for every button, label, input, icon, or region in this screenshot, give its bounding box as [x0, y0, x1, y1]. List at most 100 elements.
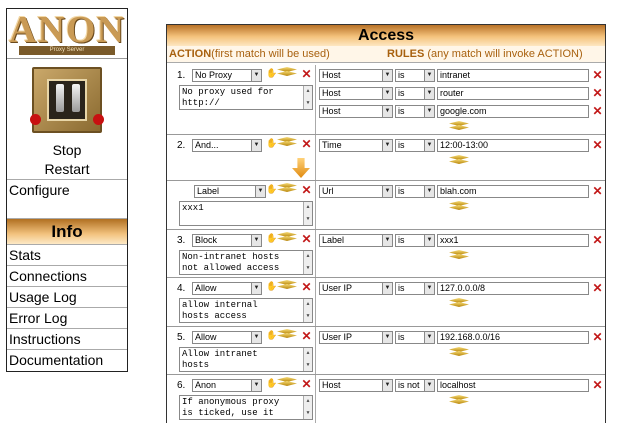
- error-log-link[interactable]: Error Log: [7, 307, 127, 328]
- add-condition-icon[interactable]: [449, 395, 469, 407]
- hand-icon[interactable]: ✋: [266, 233, 277, 243]
- delete-condition-icon[interactable]: ✕: [592, 105, 603, 117]
- delete-rule-icon[interactable]: ✕: [301, 138, 312, 150]
- delete-condition-icon[interactable]: ✕: [592, 379, 603, 391]
- condition-value-input[interactable]: intranet: [437, 69, 589, 82]
- action-select[interactable]: And... ▼: [192, 139, 262, 152]
- delete-condition-icon[interactable]: ✕: [592, 139, 603, 151]
- condition-value-input[interactable]: 192.168.0.0/16: [437, 331, 589, 344]
- condition-op-select[interactable]: is ▼: [395, 139, 435, 152]
- condition-field-select[interactable]: Host ▼: [319, 379, 393, 392]
- delete-rule-icon[interactable]: ✕: [301, 281, 312, 293]
- condition-field-select[interactable]: Host ▼: [319, 87, 393, 100]
- condition-op-select[interactable]: is ▼: [395, 69, 435, 82]
- delete-condition-icon[interactable]: ✕: [592, 234, 603, 246]
- action-select[interactable]: No Proxy ▼: [192, 69, 262, 82]
- rule-row: 4. Allow ▼ ✋ ✕ allow internal hosts access ▲ ▼ Us…: [167, 278, 605, 327]
- rule-number: 1.: [177, 70, 186, 81]
- condition-field-select[interactable]: Host ▼: [319, 69, 393, 82]
- condition-value-input[interactable]: router: [437, 87, 589, 100]
- restart-link[interactable]: Restart: [7, 160, 127, 179]
- access-panel: Access ACTION(first match will be used) …: [166, 24, 606, 423]
- rule-number: 2.: [177, 140, 186, 151]
- add-condition-icon[interactable]: [449, 155, 469, 167]
- condition-op-select[interactable]: is ▼: [395, 87, 435, 100]
- condition-field-select[interactable]: Time ▼: [319, 139, 393, 152]
- documentation-link[interactable]: Documentation: [7, 349, 127, 370]
- usage-log-link[interactable]: Usage Log: [7, 286, 127, 307]
- condition-value-input[interactable]: xxx1: [437, 234, 589, 247]
- hand-icon[interactable]: ✋: [266, 68, 277, 78]
- delete-rule-icon[interactable]: ✕: [301, 184, 312, 196]
- delete-condition-icon[interactable]: ✕: [592, 282, 603, 294]
- configure-link[interactable]: Configure: [7, 179, 127, 200]
- add-condition-icon[interactable]: [449, 201, 469, 213]
- condition-op-select[interactable]: is ▼: [395, 105, 435, 118]
- rule-number: 3.: [177, 235, 186, 246]
- rule-row: 2. And... ▼ ✋ ✕ Time ▼ is ▼ 12:00-13:00 ✕: [167, 135, 605, 181]
- connections-link[interactable]: Connections: [7, 265, 127, 286]
- hand-icon[interactable]: ✋: [266, 281, 277, 291]
- add-rule-icon[interactable]: [277, 280, 297, 292]
- delete-rule-icon[interactable]: ✕: [301, 330, 312, 342]
- instructions-link[interactable]: Instructions: [7, 328, 127, 349]
- comment-field[interactable]: No proxy used for http://▲ ▼: [179, 85, 313, 110]
- condition-op-select[interactable]: is ▼: [395, 282, 435, 295]
- power-switch-icon[interactable]: [7, 59, 127, 141]
- rule-number: 6.: [177, 380, 186, 391]
- delete-rule-icon[interactable]: ✕: [301, 68, 312, 80]
- hand-icon[interactable]: ✋: [266, 138, 277, 148]
- condition-op-select[interactable]: is ▼: [395, 234, 435, 247]
- condition-op-select[interactable]: is ▼: [395, 185, 435, 198]
- condition-field-select[interactable]: Url ▼: [319, 185, 393, 198]
- comment-field[interactable]: allow internal hosts access ▲ ▼: [179, 298, 313, 323]
- add-rule-icon[interactable]: [277, 67, 297, 79]
- action-select[interactable]: Allow ▼: [192, 282, 262, 295]
- delete-condition-icon[interactable]: ✕: [592, 331, 603, 343]
- delete-rule-icon[interactable]: ✕: [301, 378, 312, 390]
- delete-condition-icon[interactable]: ✕: [592, 185, 603, 197]
- comment-field[interactable]: If anonymous proxy is ticked, use it ▲ ▼: [179, 395, 313, 420]
- delete-rule-icon[interactable]: ✕: [301, 233, 312, 245]
- delete-condition-icon[interactable]: ✕: [592, 87, 603, 99]
- hand-icon[interactable]: ✋: [266, 378, 277, 388]
- hand-icon[interactable]: ✋: [266, 184, 277, 194]
- add-rule-icon[interactable]: [277, 137, 297, 149]
- comment-field[interactable]: Non-intranet hosts not allowed access ▲ ▼: [179, 250, 313, 275]
- rule-row: Label ▼ ✋ ✕ xxx1 ▲ ▼ Url ▼ is ▼ blah.com ✕: [167, 181, 605, 230]
- condition-field-select[interactable]: User IP ▼: [319, 331, 393, 344]
- add-condition-icon[interactable]: [449, 347, 469, 359]
- add-rule-icon[interactable]: [277, 377, 297, 389]
- comment-field[interactable]: Allow intranet hosts ▲ ▼: [179, 347, 313, 372]
- stop-link[interactable]: Stop: [7, 141, 127, 160]
- action-select[interactable]: Label ▼: [194, 185, 266, 198]
- condition-value-input[interactable]: google.com: [437, 105, 589, 118]
- add-condition-icon[interactable]: [449, 298, 469, 310]
- delete-condition-icon[interactable]: ✕: [592, 69, 603, 81]
- rule-row: 1. No Proxy ▼ ✋ ✕ No proxy used for http://▲ ▼ H…: [167, 65, 605, 135]
- stats-link[interactable]: Stats: [7, 244, 127, 265]
- add-rule-icon[interactable]: [277, 329, 297, 341]
- condition-field-select[interactable]: User IP ▼: [319, 282, 393, 295]
- condition-value-input[interactable]: 12:00-13:00: [437, 139, 589, 152]
- comment-field[interactable]: xxx1 ▲ ▼: [179, 201, 313, 226]
- add-rule-icon[interactable]: [277, 183, 297, 195]
- add-condition-icon[interactable]: [449, 121, 469, 133]
- condition-op-select[interactable]: is not ▼: [395, 379, 435, 392]
- action-select[interactable]: Allow ▼: [192, 331, 262, 344]
- hand-icon[interactable]: ✋: [266, 330, 277, 340]
- anon-logo: ANON Proxy Server: [7, 9, 127, 59]
- condition-value-input[interactable]: localhost: [437, 379, 589, 392]
- logo-subtitle: Proxy Server: [19, 46, 115, 55]
- condition-value-input[interactable]: blah.com: [437, 185, 589, 198]
- info-heading: Info: [7, 218, 127, 244]
- condition-field-select[interactable]: Label ▼: [319, 234, 393, 247]
- action-select[interactable]: Anon ▼: [192, 379, 262, 392]
- sidebar: ANON Proxy Server Stop Restart Configure…: [6, 8, 128, 372]
- add-condition-icon[interactable]: [449, 250, 469, 262]
- condition-field-select[interactable]: Host ▼: [319, 105, 393, 118]
- condition-op-select[interactable]: is ▼: [395, 331, 435, 344]
- condition-value-input[interactable]: 127.0.0.0/8: [437, 282, 589, 295]
- add-rule-icon[interactable]: [277, 232, 297, 244]
- action-select[interactable]: Block ▼: [192, 234, 262, 247]
